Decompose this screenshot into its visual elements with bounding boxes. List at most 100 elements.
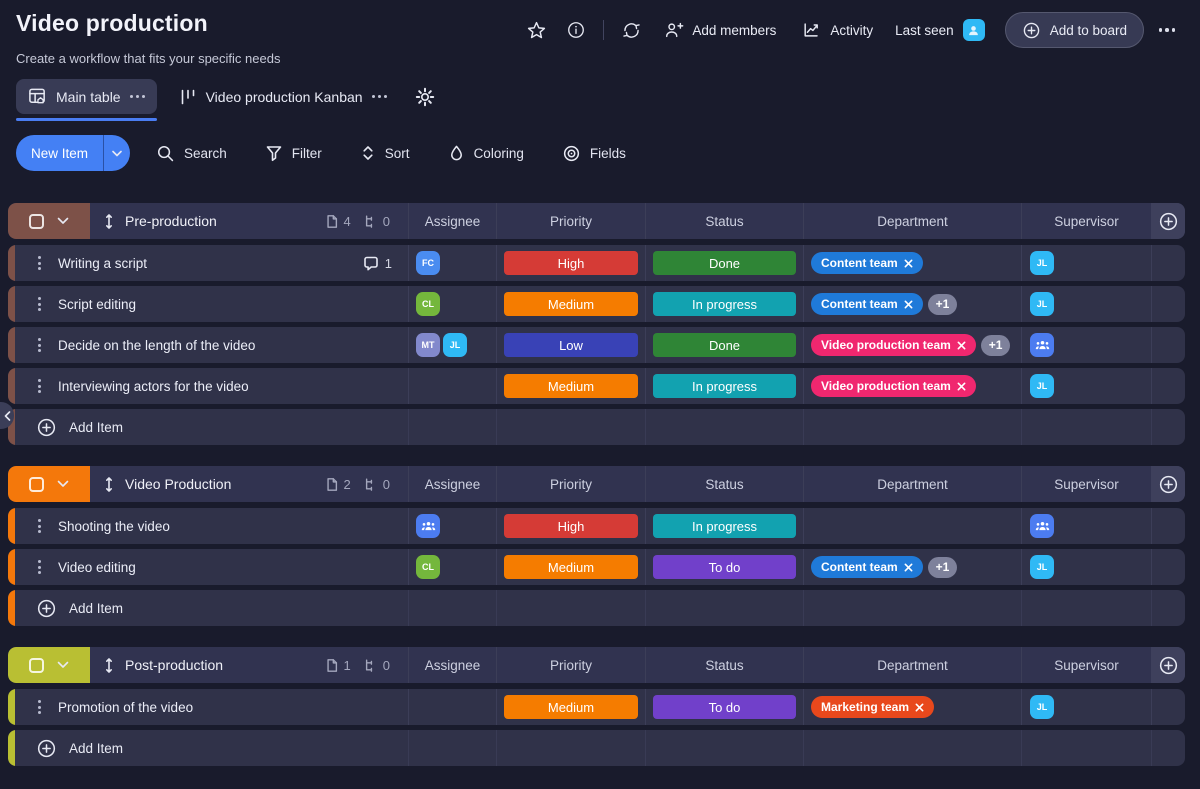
department-cell[interactable]: Content team <box>803 245 1021 281</box>
fields-button[interactable]: Fields <box>550 136 638 170</box>
column-header-assignee[interactable]: Assignee <box>408 466 496 502</box>
item-name[interactable]: Interviewing actors for the video <box>58 379 249 394</box>
group-color-block[interactable] <box>8 466 90 502</box>
priority-cell[interactable]: High <box>496 245 645 281</box>
column-header-department[interactable]: Department <box>803 203 1021 239</box>
integrations-sync-icon[interactable] <box>614 13 648 47</box>
group-color-block[interactable] <box>8 647 90 683</box>
avatar[interactable]: JL <box>1030 374 1054 398</box>
chevron-down-icon[interactable] <box>57 661 69 669</box>
row-menu-icon[interactable] <box>38 519 41 533</box>
new-item-button[interactable]: New Item <box>16 135 130 171</box>
column-header-status[interactable]: Status <box>645 466 803 502</box>
column-header-assignee[interactable]: Assignee <box>408 647 496 683</box>
item-name[interactable]: Decide on the length of the video <box>58 338 255 353</box>
last-seen[interactable]: Last seen <box>889 19 991 41</box>
filter-button[interactable]: Filter <box>253 136 334 170</box>
board-menu-icon[interactable] <box>1150 13 1184 47</box>
column-header-priority[interactable]: Priority <box>496 203 645 239</box>
remove-tag-icon[interactable] <box>904 259 913 268</box>
supervisor-cell[interactable] <box>1021 327 1151 363</box>
avatar[interactable]: CL <box>416 292 440 316</box>
status-cell[interactable]: Done <box>645 245 803 281</box>
sort-button[interactable]: Sort <box>348 136 422 170</box>
avatar[interactable]: JL <box>1030 695 1054 719</box>
avatar[interactable]: JL <box>1030 251 1054 275</box>
team-avatar[interactable] <box>1030 514 1054 538</box>
department-extra-count[interactable]: +1 <box>928 557 958 578</box>
activity-button[interactable]: Activity <box>792 13 883 47</box>
avatar[interactable]: JL <box>1030 292 1054 316</box>
team-avatar[interactable] <box>1030 333 1054 357</box>
status-cell[interactable]: To do <box>645 689 803 725</box>
status-pill[interactable]: Done <box>653 333 796 357</box>
status-pill[interactable]: To do <box>653 695 796 719</box>
avatar[interactable]: MT <box>416 333 440 357</box>
remove-tag-icon[interactable] <box>904 563 913 572</box>
row-menu-icon[interactable] <box>38 256 41 270</box>
priority-pill[interactable]: Low <box>504 333 638 357</box>
remove-tag-icon[interactable] <box>957 382 966 391</box>
priority-cell[interactable]: High <box>496 508 645 544</box>
priority-pill[interactable]: Medium <box>504 695 638 719</box>
add-column-button[interactable] <box>1151 203 1185 239</box>
priority-cell[interactable]: Medium <box>496 368 645 404</box>
assignee-cell[interactable]: CL <box>408 286 496 322</box>
new-item-dropdown[interactable] <box>103 135 130 171</box>
column-header-assignee[interactable]: Assignee <box>408 203 496 239</box>
supervisor-cell[interactable] <box>1021 508 1151 544</box>
add-column-button[interactable] <box>1151 647 1185 683</box>
status-cell[interactable]: Done <box>645 327 803 363</box>
last-seen-avatar[interactable] <box>963 19 985 41</box>
add-item-row[interactable]: Add Item <box>8 590 1185 626</box>
item-name[interactable]: Writing a script <box>58 256 147 271</box>
supervisor-cell[interactable]: JL <box>1021 549 1151 585</box>
assignee-cell[interactable]: FC <box>408 245 496 281</box>
group-checkbox[interactable] <box>29 477 44 492</box>
avatar[interactable]: FC <box>416 251 440 275</box>
priority-pill[interactable]: Medium <box>504 292 638 316</box>
priority-pill[interactable]: Medium <box>504 374 638 398</box>
department-cell[interactable]: Content team +1 <box>803 286 1021 322</box>
row-menu-icon[interactable] <box>38 338 41 352</box>
column-header-supervisor[interactable]: Supervisor <box>1021 466 1151 502</box>
drag-handle-icon[interactable] <box>103 657 115 674</box>
group-color-block[interactable] <box>8 203 90 239</box>
department-cell[interactable]: Video production team <box>803 368 1021 404</box>
coloring-button[interactable]: Coloring <box>436 136 536 170</box>
department-cell[interactable]: Video production team +1 <box>803 327 1021 363</box>
status-pill[interactable]: To do <box>653 555 796 579</box>
group-name[interactable]: Pre-production <box>125 213 217 229</box>
department-tag[interactable]: Content team <box>811 252 923 274</box>
status-pill[interactable]: In progress <box>653 292 796 316</box>
department-cell[interactable]: Marketing team <box>803 689 1021 725</box>
column-header-supervisor[interactable]: Supervisor <box>1021 203 1151 239</box>
tab-kanban-menu-icon[interactable] <box>372 95 387 98</box>
supervisor-cell[interactable]: JL <box>1021 689 1151 725</box>
add-column-button[interactable] <box>1151 466 1185 502</box>
add-item-row[interactable]: Add Item <box>8 730 1185 766</box>
status-pill[interactable]: In progress <box>653 374 796 398</box>
group-name[interactable]: Video Production <box>125 476 231 492</box>
group-checkbox[interactable] <box>29 658 44 673</box>
department-tag[interactable]: Content team <box>811 293 923 315</box>
tab-kanban[interactable]: Video production Kanban <box>167 79 399 114</box>
row-menu-icon[interactable] <box>38 379 41 393</box>
status-pill[interactable]: In progress <box>653 514 796 538</box>
status-cell[interactable]: To do <box>645 549 803 585</box>
add-to-board-button[interactable]: Add to board <box>1005 12 1144 48</box>
drag-handle-icon[interactable] <box>103 213 115 230</box>
assignee-cell[interactable] <box>408 689 496 725</box>
chevron-down-icon[interactable] <box>57 480 69 488</box>
info-icon[interactable] <box>559 13 593 47</box>
favorite-star-icon[interactable] <box>519 13 553 47</box>
avatar[interactable]: JL <box>1030 555 1054 579</box>
tab-main-table[interactable]: Main table <box>16 79 157 114</box>
status-cell[interactable]: In progress <box>645 286 803 322</box>
department-extra-count[interactable]: +1 <box>928 294 958 315</box>
priority-cell[interactable]: Medium <box>496 549 645 585</box>
column-header-status[interactable]: Status <box>645 647 803 683</box>
column-header-priority[interactable]: Priority <box>496 466 645 502</box>
assignee-cell[interactable]: MT JL <box>408 327 496 363</box>
add-members-button[interactable]: Add members <box>654 13 786 47</box>
